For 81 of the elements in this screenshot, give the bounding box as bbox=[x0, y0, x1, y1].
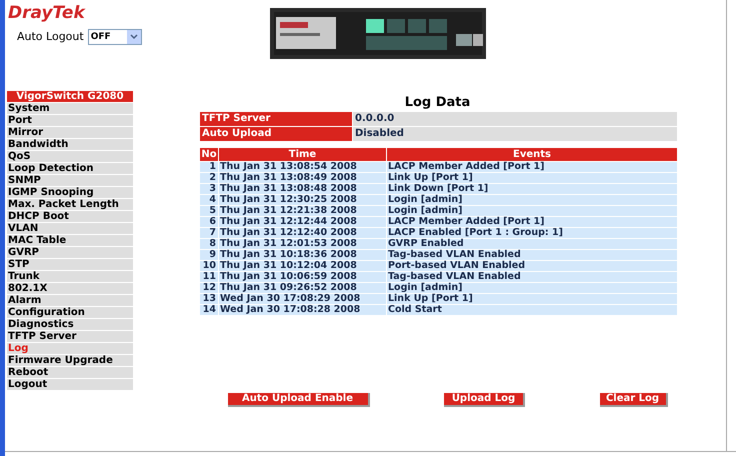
table-cell: Thu Jan 31 10:18:36 2008 bbox=[219, 250, 386, 260]
sidebar-item[interactable]: QoS bbox=[7, 151, 133, 162]
sidebar-item[interactable]: GVRP bbox=[7, 247, 133, 258]
table-cell: Link Up [Port 1] bbox=[387, 294, 677, 304]
table-cell: Thu Jan 31 10:06:59 2008 bbox=[219, 272, 386, 282]
sidebar-item[interactable]: Logout bbox=[7, 379, 133, 390]
table-cell: 9 bbox=[200, 250, 218, 260]
sidebar-item[interactable]: Loop Detection bbox=[7, 163, 133, 174]
sidebar-item[interactable]: STP bbox=[7, 259, 133, 270]
sidebar-item[interactable]: Log bbox=[7, 343, 133, 354]
table-cell: 6 bbox=[200, 217, 218, 227]
table-cell: Thu Jan 31 12:12:44 2008 bbox=[219, 217, 386, 227]
table-cell: Cold Start bbox=[387, 305, 677, 315]
table-cell: Tag-based VLAN Enabled bbox=[387, 250, 677, 260]
table-cell: 8 bbox=[200, 239, 218, 249]
table-cell: 12 bbox=[200, 283, 218, 293]
sidebar-item[interactable]: TFTP Server bbox=[7, 331, 133, 342]
action-button[interactable]: Upload Log bbox=[444, 393, 525, 407]
table-cell: Port-based VLAN Enabled bbox=[387, 261, 677, 271]
table-cell: Link Up [Port 1] bbox=[387, 173, 677, 183]
info-value: Disabled bbox=[353, 127, 677, 141]
sidebar-item[interactable]: Firmware Upgrade bbox=[7, 355, 133, 366]
table-cell: Tag-based VLAN Enabled bbox=[387, 272, 677, 282]
auto-logout-select[interactable]: OFF bbox=[88, 29, 142, 46]
sidebar-item[interactable]: DHCP Boot bbox=[7, 211, 133, 222]
table-cell: LACP Member Added [Port 1] bbox=[387, 217, 677, 227]
sidebar-item[interactable]: 802.1X bbox=[7, 283, 133, 294]
column-header: Events bbox=[387, 148, 677, 161]
sidebar-item[interactable]: SNMP bbox=[7, 175, 133, 186]
table-cell: Wed Jan 30 17:08:29 2008 bbox=[219, 294, 386, 304]
sidebar-item[interactable]: IGMP Snooping bbox=[7, 187, 133, 198]
table-cell: Thu Jan 31 12:21:38 2008 bbox=[219, 206, 386, 216]
action-button[interactable]: Auto Upload Enable bbox=[228, 393, 370, 407]
table-cell: 14 bbox=[200, 305, 218, 315]
sidebar-item[interactable]: Port bbox=[7, 115, 133, 126]
table-cell: 11 bbox=[200, 272, 218, 282]
sidebar-item[interactable]: Reboot bbox=[7, 367, 133, 378]
sidebar-item[interactable]: MAC Table bbox=[7, 235, 133, 246]
table-cell: Thu Jan 31 12:01:53 2008 bbox=[219, 239, 386, 249]
table-cell: Thu Jan 31 09:26:52 2008 bbox=[219, 283, 386, 293]
sidebar-item[interactable]: Trunk bbox=[7, 271, 133, 282]
table-cell: Thu Jan 31 12:30:25 2008 bbox=[219, 195, 386, 205]
table-cell: 2 bbox=[200, 173, 218, 183]
table-cell: 4 bbox=[200, 195, 218, 205]
column-header: Time bbox=[219, 148, 386, 161]
sidebar-item[interactable]: Alarm bbox=[7, 295, 133, 306]
table-cell: 13 bbox=[200, 294, 218, 304]
sidebar-item[interactable]: System bbox=[7, 103, 133, 114]
table-cell: Wed Jan 30 17:08:28 2008 bbox=[219, 305, 386, 315]
table-cell: Link Down [Port 1] bbox=[387, 184, 677, 194]
sidebar-item[interactable]: VLAN bbox=[7, 223, 133, 234]
action-button[interactable]: Clear Log bbox=[600, 393, 668, 407]
sidebar-item[interactable]: Configuration bbox=[7, 307, 133, 318]
column-header: No bbox=[200, 148, 218, 161]
table-cell: Thu Jan 31 12:12:40 2008 bbox=[219, 228, 386, 238]
table-cell: 5 bbox=[200, 206, 218, 216]
info-value: 0.0.0.0 bbox=[353, 112, 677, 126]
table-cell: LACP Enabled [Port 1 : Group: 1] bbox=[387, 228, 677, 238]
table-cell: 3 bbox=[200, 184, 218, 194]
table-cell: 7 bbox=[200, 228, 218, 238]
info-label: Auto Upload bbox=[200, 127, 352, 141]
info-label: TFTP Server bbox=[200, 112, 352, 126]
table-cell: Login [admin] bbox=[387, 195, 677, 205]
table-cell: GVRP Enabled bbox=[387, 239, 677, 249]
sidebar-item[interactable]: Max. Packet Length bbox=[7, 199, 133, 210]
sidebar-title: VigorSwitch G2080 bbox=[7, 91, 133, 102]
page-title: Log Data bbox=[404, 95, 470, 111]
table-cell: Thu Jan 31 10:12:04 2008 bbox=[219, 261, 386, 271]
table-cell: 1 bbox=[200, 162, 218, 172]
table-cell: LACP Member Added [Port 1] bbox=[387, 162, 677, 172]
auto-logout-label: Auto Logout bbox=[17, 29, 84, 45]
table-cell: Thu Jan 31 13:08:48 2008 bbox=[219, 184, 386, 194]
table-cell: Login [admin] bbox=[387, 206, 677, 216]
sidebar-item[interactable]: Mirror bbox=[7, 127, 133, 138]
table-cell: Thu Jan 31 13:08:54 2008 bbox=[219, 162, 386, 172]
table-cell: 10 bbox=[200, 261, 218, 271]
table-cell: Thu Jan 31 13:08:49 2008 bbox=[219, 173, 386, 183]
table-cell: Login [admin] bbox=[387, 283, 677, 293]
sidebar-item[interactable]: Bandwidth bbox=[7, 139, 133, 150]
sidebar-item[interactable]: Diagnostics bbox=[7, 319, 133, 330]
logo: DrayTek bbox=[8, 3, 85, 23]
